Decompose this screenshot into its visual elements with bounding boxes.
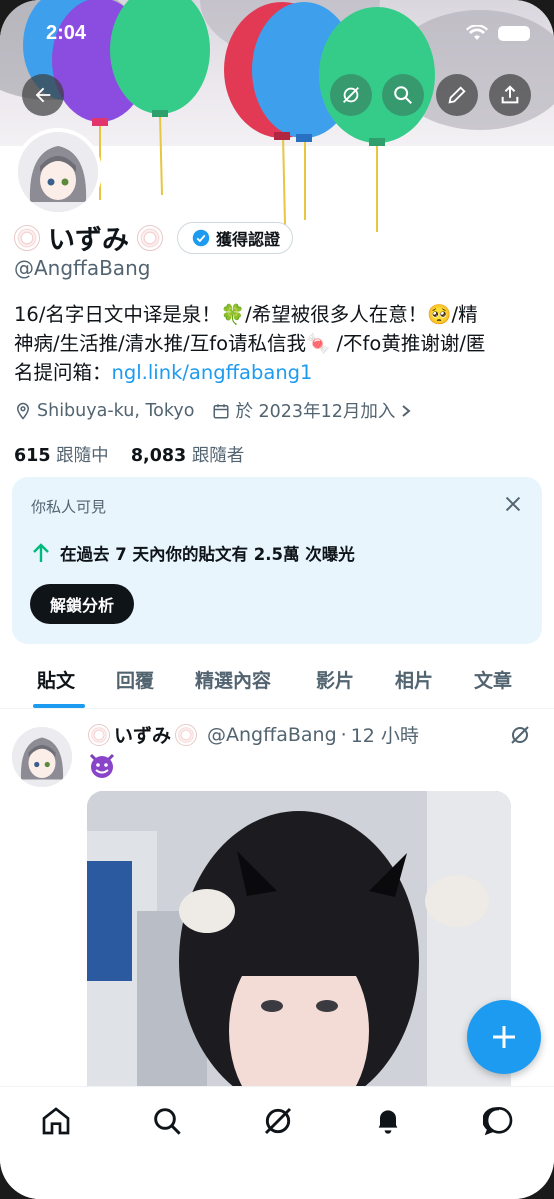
- wifi-icon: [466, 25, 488, 40]
- followers-count: 8,083: [130, 446, 187, 466]
- following-link[interactable]: 615 跟隨中: [14, 446, 109, 466]
- edit-icon: [448, 86, 466, 104]
- search-icon[interactable]: [151, 1105, 183, 1137]
- display-name: いずみ: [48, 225, 129, 256]
- impressions-message: 在過去 7 天內你的貼文有 2.5萬 次曝光: [32, 541, 355, 565]
- private-label: 你私人可見: [31, 498, 107, 516]
- post-author-name[interactable]: いずみ: [114, 721, 171, 748]
- narutomaki-emoji: [88, 723, 110, 746]
- analytics-card: 你私人可見 在過去 7 天內你的貼文有 2.5萬 次曝光 解鎖分析: [12, 477, 542, 644]
- back-arrow-icon: [35, 87, 51, 103]
- profile-bio: 16/名字日文中译是泉！🍀/希望被很多人在意！🥺/精 神病/生活推/清水推/互f…: [14, 300, 539, 387]
- status-icons: [466, 25, 530, 41]
- tab-posts[interactable]: 貼文: [37, 666, 75, 693]
- calendar-icon: [213, 403, 229, 418]
- post-photo-art: [87, 791, 511, 1101]
- grok-button[interactable]: [330, 74, 372, 116]
- bio-line: 名提问箱：ngl.link/angffabang1: [14, 358, 539, 387]
- plus-icon: [493, 1026, 515, 1048]
- verified-badge-button[interactable]: 獲得認證: [177, 221, 294, 254]
- battery-icon: [498, 25, 530, 41]
- post-time: 12 小時: [350, 725, 419, 747]
- verified-check-icon: [192, 229, 210, 246]
- search-button[interactable]: [382, 74, 424, 116]
- bio-line: 神病/生活推/清水推/互fo请私信我🍬 /不fo黄推谢谢/匿: [14, 332, 486, 355]
- banner-art: [0, 0, 140, 100]
- follow-stats: 615 跟隨中 8,083 跟隨者: [14, 442, 244, 467]
- bell-icon[interactable]: [372, 1105, 404, 1137]
- impressions-text: 在過去 7 天內你的貼文有 2.5萬 次曝光: [60, 545, 355, 564]
- smiling-devil-emoji: [89, 753, 115, 778]
- narutomaki-emoji: [137, 224, 163, 251]
- location-pin-icon: [16, 402, 30, 420]
- bio-prefix: 名提问箱：: [14, 361, 112, 384]
- search-icon: [394, 86, 412, 104]
- edit-profile-button[interactable]: [436, 74, 478, 116]
- tab-videos[interactable]: 影片: [316, 666, 354, 693]
- status-bar: 2:04: [0, 20, 554, 50]
- profile-meta: Shibuya-ku, Tokyo 於 2023年12月加入: [14, 398, 412, 423]
- unlock-analytics-button[interactable]: 解鎖分析: [30, 584, 135, 624]
- home-icon[interactable]: [40, 1105, 72, 1137]
- avatar-art: [12, 727, 72, 787]
- separator-dot: ·: [340, 723, 347, 746]
- share-icon: [501, 85, 519, 104]
- post-avatar[interactable]: [12, 727, 72, 787]
- tab-highlights[interactable]: 精選內容: [195, 666, 271, 693]
- joined-date[interactable]: 於 2023年12月加入: [212, 398, 412, 423]
- followers-label: 跟隨者: [191, 446, 245, 466]
- profile-name-row: いずみ 獲得認證: [14, 218, 294, 257]
- followers-link[interactable]: 8,083 跟隨者: [131, 446, 244, 466]
- post-header: いずみ @AngffaBang · 12 小時: [88, 721, 419, 748]
- message-icon[interactable]: [483, 1105, 515, 1137]
- chevron-right-icon: [402, 404, 411, 417]
- profile-tabs: 貼文 回覆 精選內容 影片 相片 文章: [0, 660, 554, 709]
- active-tab-indicator: [33, 704, 85, 708]
- bio-line: 16/名字日文中译是泉！🍀/希望被很多人在意！🥺/精: [14, 303, 478, 326]
- phone-screen: 2:04 いずみ 獲得認證 @AngffaBang 16/名字日文中译是泉！🍀/…: [0, 0, 554, 1199]
- back-button[interactable]: [22, 74, 64, 116]
- close-icon[interactable]: [502, 493, 524, 515]
- narutomaki-emoji: [14, 224, 40, 251]
- grok-icon[interactable]: [508, 723, 532, 747]
- profile-avatar[interactable]: [14, 128, 102, 216]
- status-time: 2:04: [46, 22, 87, 44]
- bottom-navigation: [0, 1086, 554, 1199]
- tab-replies[interactable]: 回覆: [116, 666, 154, 693]
- narutomaki-emoji: [175, 723, 198, 746]
- location: Shibuya-ku, Tokyo: [14, 401, 194, 421]
- location-text: Shibuya-ku, Tokyo: [37, 400, 195, 421]
- joined-text: 於 2023年12月加入: [235, 402, 396, 422]
- profile-handle: @AngffaBang: [14, 256, 151, 280]
- grok-icon[interactable]: [262, 1105, 294, 1137]
- following-count: 615: [14, 446, 51, 466]
- post-image[interactable]: [87, 791, 511, 1101]
- post-author-handle: @AngffaBang: [207, 723, 337, 746]
- avatar-art: [18, 132, 98, 212]
- following-label: 跟隨中: [56, 446, 109, 466]
- grok-icon: [343, 87, 359, 103]
- tab-articles[interactable]: 文章: [474, 666, 512, 693]
- verified-label: 獲得認證: [216, 229, 281, 249]
- arrow-up-icon: [33, 543, 49, 562]
- bio-link[interactable]: ngl.link/angffabang1: [112, 361, 313, 384]
- share-button[interactable]: [489, 74, 531, 116]
- compose-post-button[interactable]: [467, 1000, 541, 1074]
- tab-photos[interactable]: 相片: [395, 666, 433, 693]
